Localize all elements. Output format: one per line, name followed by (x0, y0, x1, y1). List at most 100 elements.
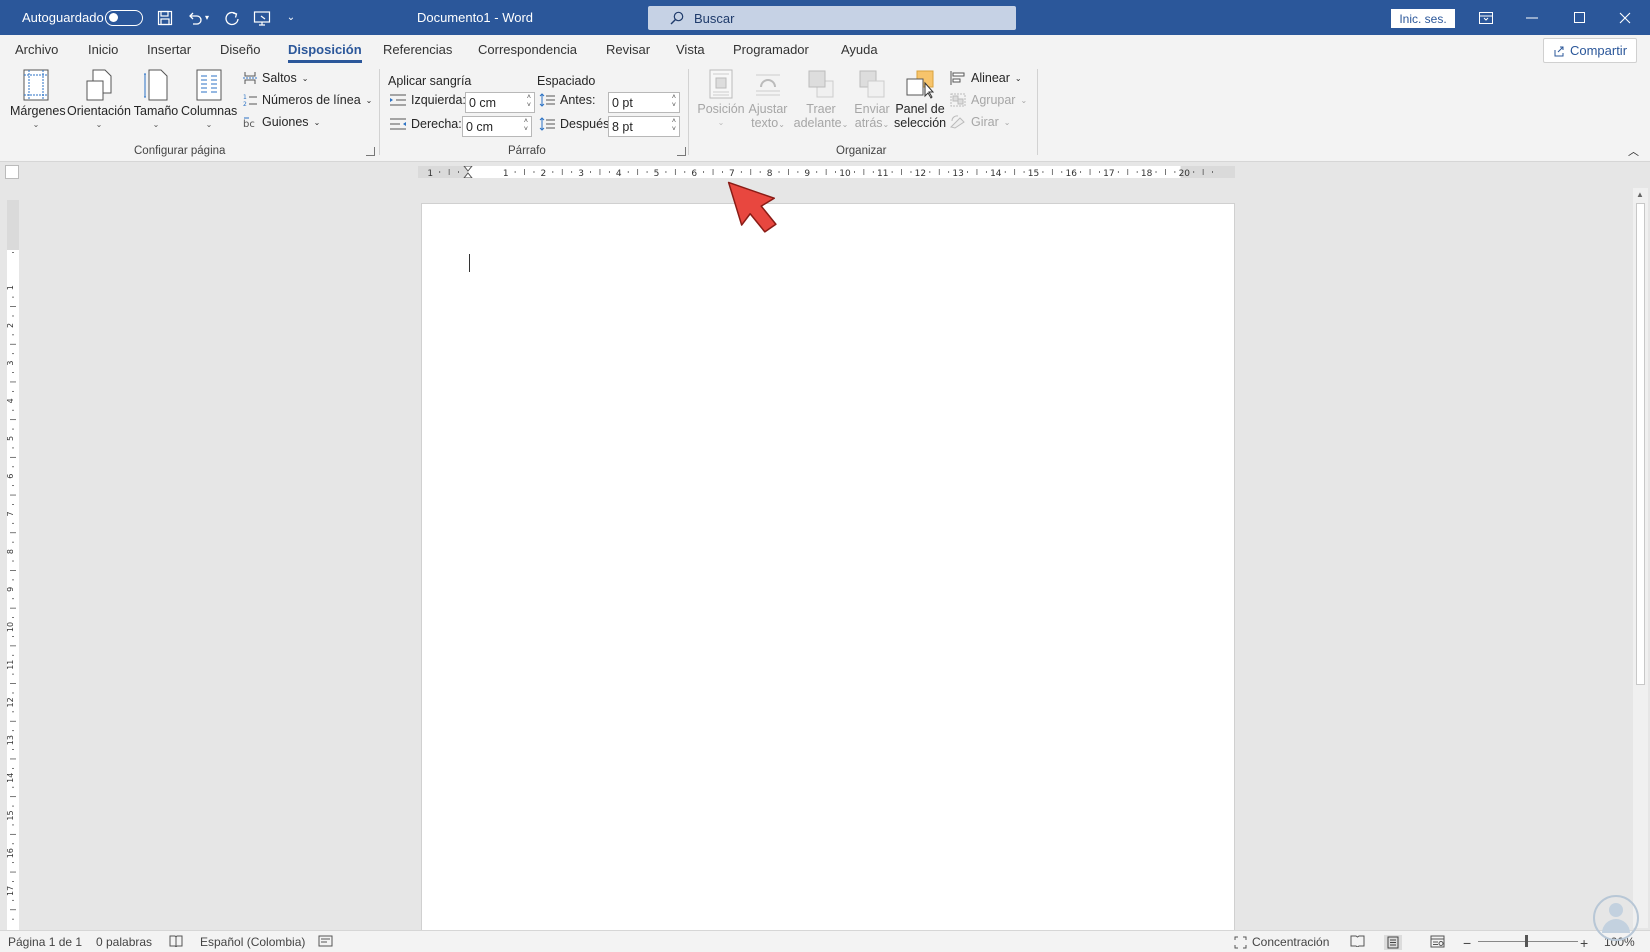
word-count[interactable]: 0 palabras (96, 935, 152, 949)
wrap-text-button[interactable]: Ajustar texto⌄ (745, 69, 791, 130)
spinner-icon[interactable]: ˄ ˅ (524, 118, 528, 134)
spacing-before-field[interactable]: 0 pt ˄ ˅ (608, 92, 680, 113)
tab-insertar[interactable]: Insertar (147, 42, 191, 57)
tab-revisar[interactable]: Revisar (606, 42, 650, 57)
read-mode-icon[interactable] (1350, 935, 1365, 947)
tab-programador[interactable]: Programador (733, 42, 809, 57)
maximize-icon[interactable] (1556, 0, 1602, 35)
print-layout-icon[interactable] (1384, 935, 1402, 950)
align-button[interactable]: Alinear ⌄ (950, 71, 1022, 85)
paragraph-launcher-icon[interactable] (677, 147, 686, 156)
search-box[interactable]: Buscar (648, 6, 1016, 30)
tab-inicio[interactable]: Inicio (88, 42, 118, 57)
ruler-number: 1 (503, 169, 509, 178)
selection-pane-button[interactable]: Panel de selección (894, 69, 946, 130)
columns-icon (196, 69, 222, 101)
ruler-number: 16 (7, 848, 15, 858)
ruler-number: 2 (7, 323, 15, 328)
document-page[interactable] (421, 203, 1235, 930)
rotate-label: Girar (971, 115, 999, 129)
zoom-slider-thumb[interactable] (1525, 935, 1528, 947)
ribbon-display-options-icon[interactable] (1463, 0, 1509, 35)
spacing-after-field[interactable]: 8 pt ˄ ˅ (608, 116, 680, 137)
tab-archivo[interactable]: Archivo (15, 42, 58, 57)
scrollbar-thumb[interactable] (1636, 203, 1645, 685)
minimize-icon[interactable] (1509, 0, 1555, 35)
spinner-icon[interactable]: ˄ ˅ (672, 94, 676, 110)
wrap-text-label-1: Ajustar (748, 102, 788, 116)
annotation-arrow-icon (727, 181, 777, 233)
spinner-icon[interactable]: ˄ ˅ (527, 94, 531, 110)
breaks-button[interactable]: Saltos ⌄ (243, 71, 308, 85)
vertical-ruler[interactable]: 11234567891011121314151617 (6, 200, 19, 930)
tab-disposicion[interactable]: Disposición (288, 42, 362, 63)
ruler-number: 13 (952, 169, 963, 178)
group-objects-button[interactable]: Agrupar ⌄ (950, 93, 1027, 107)
chevron-down-icon: ⌄ (717, 118, 725, 127)
indent-left-field[interactable]: 0 cm ˄ ˅ (465, 92, 535, 113)
spacing-after-label-row: Después: (539, 117, 613, 131)
proofing-icon[interactable] (169, 935, 183, 947)
share-button[interactable]: Compartir (1543, 38, 1637, 63)
close-icon[interactable] (1602, 0, 1648, 35)
tab-ayuda[interactable]: Ayuda (841, 42, 878, 57)
hyphenation-icon: bc (243, 117, 255, 129)
tab-vista[interactable]: Vista (676, 42, 705, 57)
line-numbers-button[interactable]: 12 Números de línea ⌄ (243, 93, 372, 107)
bring-forward-button[interactable]: Traer adelante⌄ (792, 69, 850, 130)
language-status[interactable]: Español (Colombia) (200, 935, 305, 949)
chevron-down-icon: ⌄ (32, 120, 40, 129)
scroll-up-icon[interactable]: ▲ (1636, 190, 1644, 199)
columns-label: Columnas (181, 104, 238, 118)
line-numbers-label: Números de línea (262, 93, 361, 107)
send-backward-label-1: Enviar (854, 102, 890, 116)
focus-mode-button[interactable]: Concentración (1234, 935, 1329, 949)
collapse-ribbon-icon[interactable]: ︿ (1628, 143, 1639, 159)
margins-button[interactable]: Márgenes ⌄ (10, 69, 66, 129)
hyphenation-button[interactable]: bc Guiones ⌄ (243, 115, 320, 129)
bring-forward-label-1: Traer (806, 102, 836, 116)
send-backward-icon (859, 70, 885, 98)
indent-right-field[interactable]: 0 cm ˄ ˅ (462, 116, 532, 137)
text-predictions-icon[interactable] (318, 935, 333, 947)
size-button[interactable]: Tamaño ⌄ (133, 69, 179, 129)
rotate-button[interactable]: Girar ⌄ (950, 115, 1010, 129)
web-layout-icon[interactable] (1430, 935, 1445, 948)
ruler-number: 17 (7, 886, 15, 896)
horizontal-ruler[interactable]: 1 1 2 3 4 5 6 7 8 9 10 11 12 13 14 15 16 17 18 20 (421, 165, 1650, 179)
selection-pane-label-2: selección (894, 116, 947, 130)
tab-correspondencia[interactable]: Correspondencia (478, 42, 577, 57)
ruler-number: 4 (616, 169, 622, 178)
tab-referencias[interactable]: Referencias (383, 42, 452, 57)
zoom-in-icon[interactable]: + (1580, 935, 1588, 951)
tab-diseno[interactable]: Diseño (220, 42, 260, 57)
send-backward-label-2: atrás (854, 116, 883, 130)
size-label: Tamaño (133, 104, 179, 118)
indent-header: Aplicar sangría (388, 74, 472, 88)
zoom-slider[interactable] (1478, 941, 1578, 942)
columns-button[interactable]: Columnas ⌄ (181, 69, 237, 129)
spinner-icon[interactable]: ˄ ˅ (672, 118, 676, 134)
tab-selector[interactable] (5, 165, 19, 179)
chevron-down-icon: ⌄ (152, 120, 160, 129)
orientation-icon (86, 69, 112, 101)
ruler-number: 9 (7, 587, 15, 592)
send-backward-button[interactable]: Enviar atrás⌄ (849, 69, 895, 130)
orientation-button[interactable]: Orientación ⌄ (67, 69, 131, 129)
ruler-margin-top (7, 200, 19, 250)
ruler-number: 12 (915, 169, 926, 178)
position-button[interactable]: Posición ⌄ (696, 69, 746, 127)
ruler-number: 14 (990, 169, 1002, 178)
margins-label: Márgenes (10, 104, 66, 118)
breaks-label: Saltos (262, 71, 297, 85)
align-label: Alinear (971, 71, 1010, 85)
page-setup-launcher-icon[interactable] (366, 147, 375, 156)
vertical-scrollbar[interactable]: ▲ (1633, 188, 1648, 928)
zoom-out-icon[interactable]: − (1463, 935, 1471, 951)
page-count[interactable]: Página 1 de 1 (8, 935, 82, 949)
spacing-before-icon (539, 93, 555, 107)
ruler-number: 12 (7, 697, 15, 707)
sign-in-button[interactable]: Inic. ses. (1391, 9, 1455, 28)
ruler-number: 1 (7, 285, 15, 290)
arrange-group-label: Organizar (836, 145, 887, 157)
